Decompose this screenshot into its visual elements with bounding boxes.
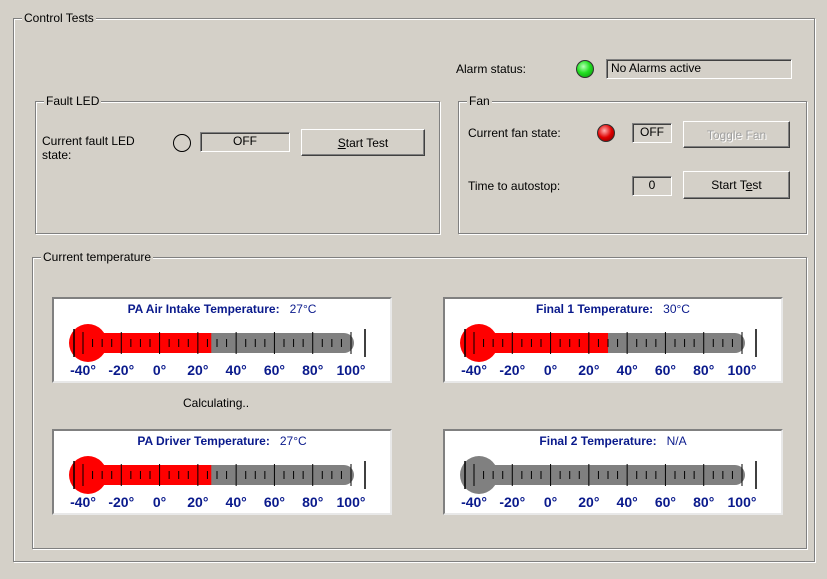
gauge-title-label: Final 1 Temperature: — [536, 302, 654, 316]
gauge-title-label: Final 2 Temperature: — [539, 434, 657, 448]
gauge-title: PA Air Intake Temperature: 27°C — [54, 302, 390, 316]
tick-label: 20° — [187, 494, 208, 510]
thermometer-tube — [479, 465, 745, 485]
fault-led-legend: Fault LED — [44, 94, 102, 108]
fault-led-start-test-button[interactable]: Start Test — [301, 129, 425, 156]
gauge-pa-driver: -40° -20° 0° 20° 40° 60° 80° 100° PA Driver Tem… — [52, 429, 392, 515]
tick-label: 80° — [693, 362, 714, 378]
tick-label: 20° — [578, 362, 599, 378]
tick-label: 40° — [617, 362, 638, 378]
tick-label: -20° — [499, 362, 525, 378]
tick-label: 60° — [655, 494, 676, 510]
alarm-led-icon — [576, 60, 594, 78]
calculating-status: Calculating.. — [183, 396, 250, 410]
tick-label: 20° — [578, 494, 599, 510]
tick-label: 40° — [226, 362, 247, 378]
tick-label: 80° — [693, 494, 714, 510]
tick-label: 80° — [302, 494, 323, 510]
fan-state-label: Current fan state: — [468, 126, 561, 140]
tick-label: -20° — [108, 362, 134, 378]
gauge-title: Final 1 Temperature: 30°C — [445, 302, 781, 316]
tick-label: 40° — [226, 494, 247, 510]
tick-label: -40° — [461, 362, 487, 378]
gauge-value: 27°C — [289, 302, 317, 316]
fan-start-test-button[interactable]: Start Test — [683, 171, 790, 199]
gauge-value: N/A — [666, 434, 687, 448]
fan-legend: Fan — [467, 94, 492, 108]
alarm-status-label: Alarm status: — [456, 62, 527, 76]
fault-led-start-test-mnemonic: S — [337, 135, 346, 150]
fault-led-state-field: OFF — [200, 132, 290, 152]
tick-label: -20° — [108, 494, 134, 510]
tick-label: -40° — [70, 494, 96, 510]
tick-label: 80° — [302, 362, 323, 378]
fan-state-field: OFF — [632, 123, 672, 143]
control-tests-legend: Control Tests — [22, 11, 96, 25]
gauge-title-label: PA Driver Temperature: — [137, 434, 270, 448]
fan-start-test-prefix: Start T — [711, 178, 746, 192]
gauge-title-label: PA Air Intake Temperature: — [127, 302, 280, 316]
gauge-pa-air-intake: -40° -20° 0° 20° 40° 60° 80° 100° PA Air Intake… — [52, 297, 392, 383]
tick-label: 100° — [337, 494, 366, 510]
gauge-value: 27°C — [279, 434, 307, 448]
alarm-status-field: No Alarms active — [606, 59, 792, 79]
fault-led-indicator-icon — [173, 134, 191, 152]
tick-label: 0° — [544, 494, 557, 510]
fan-state-led-icon — [597, 124, 615, 142]
fan-start-test-suffix: st — [752, 178, 762, 192]
tick-label: -40° — [461, 494, 487, 510]
tick-label: 0° — [153, 362, 166, 378]
fault-led-state-label: Current fault LED state: — [42, 134, 135, 162]
tick-label: 60° — [264, 494, 285, 510]
tick-label: 60° — [264, 362, 285, 378]
tick-label: 100° — [337, 362, 366, 378]
gauge-title: Final 2 Temperature: N/A — [445, 434, 781, 448]
tick-label: 20° — [187, 362, 208, 378]
tick-label: 60° — [655, 362, 676, 378]
tick-label: -20° — [499, 494, 525, 510]
fault-led-group: Fault LED — [35, 94, 440, 234]
tick-label: 100° — [728, 494, 757, 510]
tick-label: 0° — [544, 362, 557, 378]
autostop-label: Time to autostop: — [468, 179, 561, 193]
toggle-fan-button[interactable]: Toggle Fan — [683, 121, 790, 148]
autostop-field: 0 — [632, 176, 672, 196]
gauge-value: 30°C — [663, 302, 690, 316]
current-temperature-legend: Current temperature — [41, 250, 154, 264]
fault-led-start-test-suffix: tart Test — [345, 135, 389, 150]
tick-label: -40° — [70, 362, 96, 378]
gauge-final-2: -40° -20° 0° 20° 40° 60° 80° 100° Final 2 Tempe… — [443, 429, 783, 515]
gauge-title: PA Driver Temperature: 27°C — [54, 434, 390, 448]
tick-label: 100° — [728, 362, 757, 378]
gauge-final-1: -40° -20° 0° 20° 40° 60° 80° 100° Final 1 Tempe… — [443, 297, 783, 383]
tick-label: 0° — [153, 494, 166, 510]
tick-label: 40° — [617, 494, 638, 510]
